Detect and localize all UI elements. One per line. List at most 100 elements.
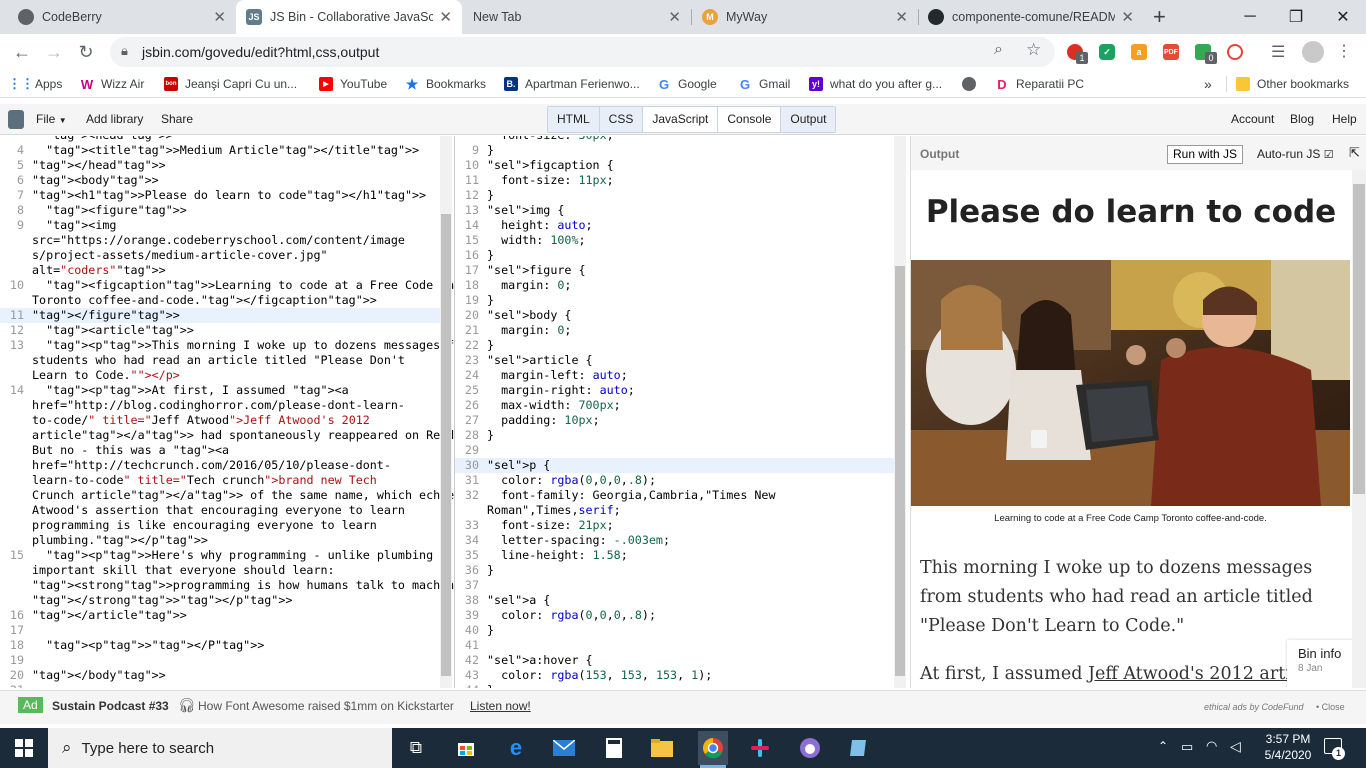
css-scrollbar[interactable] xyxy=(894,136,906,688)
code-line[interactable]: 31 color: rgba(0,0,0,.8); xyxy=(455,473,895,488)
forward-icon[interactable]: → xyxy=(42,40,66,64)
bookmarks-overflow[interactable]: » xyxy=(1204,75,1212,93)
code-line[interactable]: 19 xyxy=(0,653,440,668)
code-line[interactable]: 10 "sel">figcaption { xyxy=(455,158,895,173)
code-line[interactable]: article"tag"></a"tag">> had spontaneousl… xyxy=(0,428,454,443)
html-editor[interactable]: "tag"><head"tag">>4 "tag"><title"tag">>M… xyxy=(0,136,454,688)
address-bar[interactable]: 🔒︎ jsbin.com/govedu/edit?html,css,output… xyxy=(110,37,1055,67)
code-line[interactable]: 39 color: rgba(0,0,0,.8); xyxy=(455,608,895,623)
code-line[interactable]: Atwood's assertion that encouraging ever… xyxy=(0,503,440,518)
code-line[interactable]: 14 height: auto; xyxy=(455,218,895,233)
battery-icon[interactable]: ▭ xyxy=(1181,739,1193,755)
new-tab-button[interactable]: + xyxy=(1153,4,1166,30)
code-line[interactable]: 34 letter-spacing: -.003em; xyxy=(455,533,895,548)
tab-myway[interactable]: M MyWay ✕ xyxy=(692,0,918,34)
code-line[interactable]: But no - this was a "tag"><a xyxy=(0,443,440,458)
chrome-icon[interactable] xyxy=(698,731,728,765)
pdf-icon[interactable]: PDF xyxy=(1163,44,1179,60)
minimize-button[interactable]: ─ xyxy=(1227,0,1273,34)
back-icon[interactable]: ← xyxy=(10,40,34,64)
bookmark-star-icon[interactable]: ☆ xyxy=(1026,40,1041,60)
tab-jsbin[interactable]: JS JS Bin - Collaborative JavaScrip ✕ xyxy=(236,0,462,34)
code-line[interactable]: 26 max-width: 700px; xyxy=(455,398,895,413)
clock[interactable]: 3:57 PM 5/4/2020 xyxy=(1258,732,1318,762)
reload-icon[interactable]: ↻ xyxy=(74,40,98,64)
zoom-icon[interactable]: ⌕ xyxy=(994,41,1003,59)
close-icon[interactable]: ✕ xyxy=(895,8,908,26)
calculator-icon[interactable] xyxy=(600,734,628,762)
code-line[interactable]: Toronto coffee-and-code."tag"></figcapti… xyxy=(0,293,440,308)
panel-toggle-console[interactable]: Console xyxy=(718,107,782,132)
account-link[interactable]: Account xyxy=(1231,112,1274,126)
code-line[interactable]: 6 "tag"><body"tag">> xyxy=(0,173,440,188)
shopping-icon[interactable]: a xyxy=(1131,44,1147,60)
code-line[interactable]: 17 xyxy=(0,623,440,638)
code-line[interactable]: "tag"><head"tag">> xyxy=(0,136,440,143)
ad-text[interactable]: How Font Awesome raised $1mm on Kickstar… xyxy=(198,699,454,713)
volume-icon[interactable]: ◁ xyxy=(1230,738,1241,755)
code-line[interactable]: 29 xyxy=(455,443,895,458)
code-line[interactable]: 16 "tag"></article"tag">> xyxy=(0,608,440,623)
code-line[interactable]: 9} xyxy=(455,143,895,158)
file-explorer-icon[interactable] xyxy=(648,734,676,762)
chevron-up-icon[interactable]: ⌃ xyxy=(1158,739,1168,753)
code-line[interactable]: students who had read an article titled … xyxy=(0,353,440,368)
code-line[interactable]: 16} xyxy=(455,248,895,263)
edge-icon[interactable]: e xyxy=(502,734,530,762)
bookmark-wizz-air[interactable]: W Wizz Air xyxy=(80,75,144,93)
github-desktop-icon[interactable] xyxy=(796,734,824,762)
code-line[interactable]: Crunch article"tag"></a"tag">> of the sa… xyxy=(0,488,454,503)
code-line[interactable]: 4 "tag"><title"tag">>Medium Article"tag"… xyxy=(0,143,440,158)
code-line[interactable]: 13 "tag"><p"tag">>This morning I woke up… xyxy=(0,338,454,353)
bookmark-gmail[interactable]: G Gmail xyxy=(738,75,790,93)
url-text[interactable]: jsbin.com/govedu/edit?html,css,output xyxy=(142,44,379,60)
code-line[interactable]: 11 font-size: 11px; xyxy=(455,173,895,188)
code-line[interactable]: 13 "sel">img { xyxy=(455,203,895,218)
reading-list-icon[interactable]: ☰ xyxy=(1271,42,1285,62)
jsbin-logo-icon[interactable] xyxy=(8,110,24,129)
bookmark-reparatii[interactable]: D Reparatii PC xyxy=(995,75,1084,93)
code-line[interactable]: 30 "sel">p { xyxy=(455,458,895,473)
panel-toggle-javascript[interactable]: JavaScript xyxy=(643,107,719,132)
code-line[interactable]: href="http://techcrunch.com/2016/05/10/p… xyxy=(0,458,440,473)
bookmark-youtube[interactable]: ▶ YouTube xyxy=(319,75,387,93)
code-line[interactable]: 17 "sel">figure { xyxy=(455,263,895,278)
avatar[interactable] xyxy=(1302,41,1324,63)
output-scrollbar[interactable] xyxy=(1352,170,1366,688)
bookmark-globe[interactable] xyxy=(962,75,983,93)
code-line[interactable]: 38 "sel">a { xyxy=(455,593,895,608)
file-menu[interactable]: File ▼ xyxy=(36,112,67,126)
code-line[interactable]: 10 "tag"><figcaption"tag">>Learning to c… xyxy=(0,278,454,293)
task-view-icon[interactable]: ⧉ xyxy=(402,734,430,762)
code-line[interactable]: 8 "tag"><figure"tag">> xyxy=(0,203,440,218)
css-editor[interactable]: font-size: 30px;9}10"sel">figcaption {11… xyxy=(455,136,908,688)
code-line[interactable]: 28} xyxy=(455,428,895,443)
code-line[interactable]: Learn to Code.""></p> xyxy=(0,368,440,383)
code-line[interactable]: 32 font-family: Georgia,Cambria,"Times N… xyxy=(455,488,895,503)
code-line[interactable]: 24 margin-left: auto; xyxy=(455,368,895,383)
code-line[interactable]: alt="coders""tag">> xyxy=(0,263,440,278)
code-line[interactable]: 15 width: 100%; xyxy=(455,233,895,248)
ad-title[interactable]: Sustain Podcast #33 xyxy=(52,699,169,713)
code-line[interactable]: 7 "tag"><h1"tag">>Please do learn to code… xyxy=(0,188,440,203)
code-line[interactable]: 11 "tag"></figure"tag">> xyxy=(0,308,440,323)
code-line[interactable]: 33 font-size: 21px; xyxy=(455,518,895,533)
code-line[interactable]: 21 xyxy=(0,683,440,688)
tab-codeberry[interactable]: CodeBerry ✕ xyxy=(8,0,236,34)
extension-icon[interactable] xyxy=(1227,44,1243,60)
code-line[interactable]: 41 xyxy=(455,638,895,653)
slack-icon[interactable] xyxy=(746,734,774,762)
maximize-button[interactable]: ❐ xyxy=(1273,0,1319,34)
code-line[interactable]: 5 "tag"></head"tag">> xyxy=(0,158,440,173)
code-line[interactable]: 12 "tag"><article"tag">> xyxy=(0,323,440,338)
code-line[interactable]: 27 padding: 10px; xyxy=(455,413,895,428)
code-line[interactable]: "tag"><strong"tag">>programming is how h… xyxy=(0,578,454,593)
code-line[interactable]: font-size: 30px; xyxy=(455,136,895,143)
article-link[interactable]: Jeff Atwood's 2012 article xyxy=(1088,664,1317,684)
code-line[interactable]: src="https://orange.codeberryschool.com/… xyxy=(0,233,440,248)
notepad-icon[interactable] xyxy=(844,734,872,762)
panel-toggle-css[interactable]: CSS xyxy=(599,107,644,132)
code-line[interactable]: important skill that everyone should lea… xyxy=(0,563,440,578)
code-line[interactable]: 40} xyxy=(455,623,895,638)
add-library-button[interactable]: Add library xyxy=(86,112,143,126)
